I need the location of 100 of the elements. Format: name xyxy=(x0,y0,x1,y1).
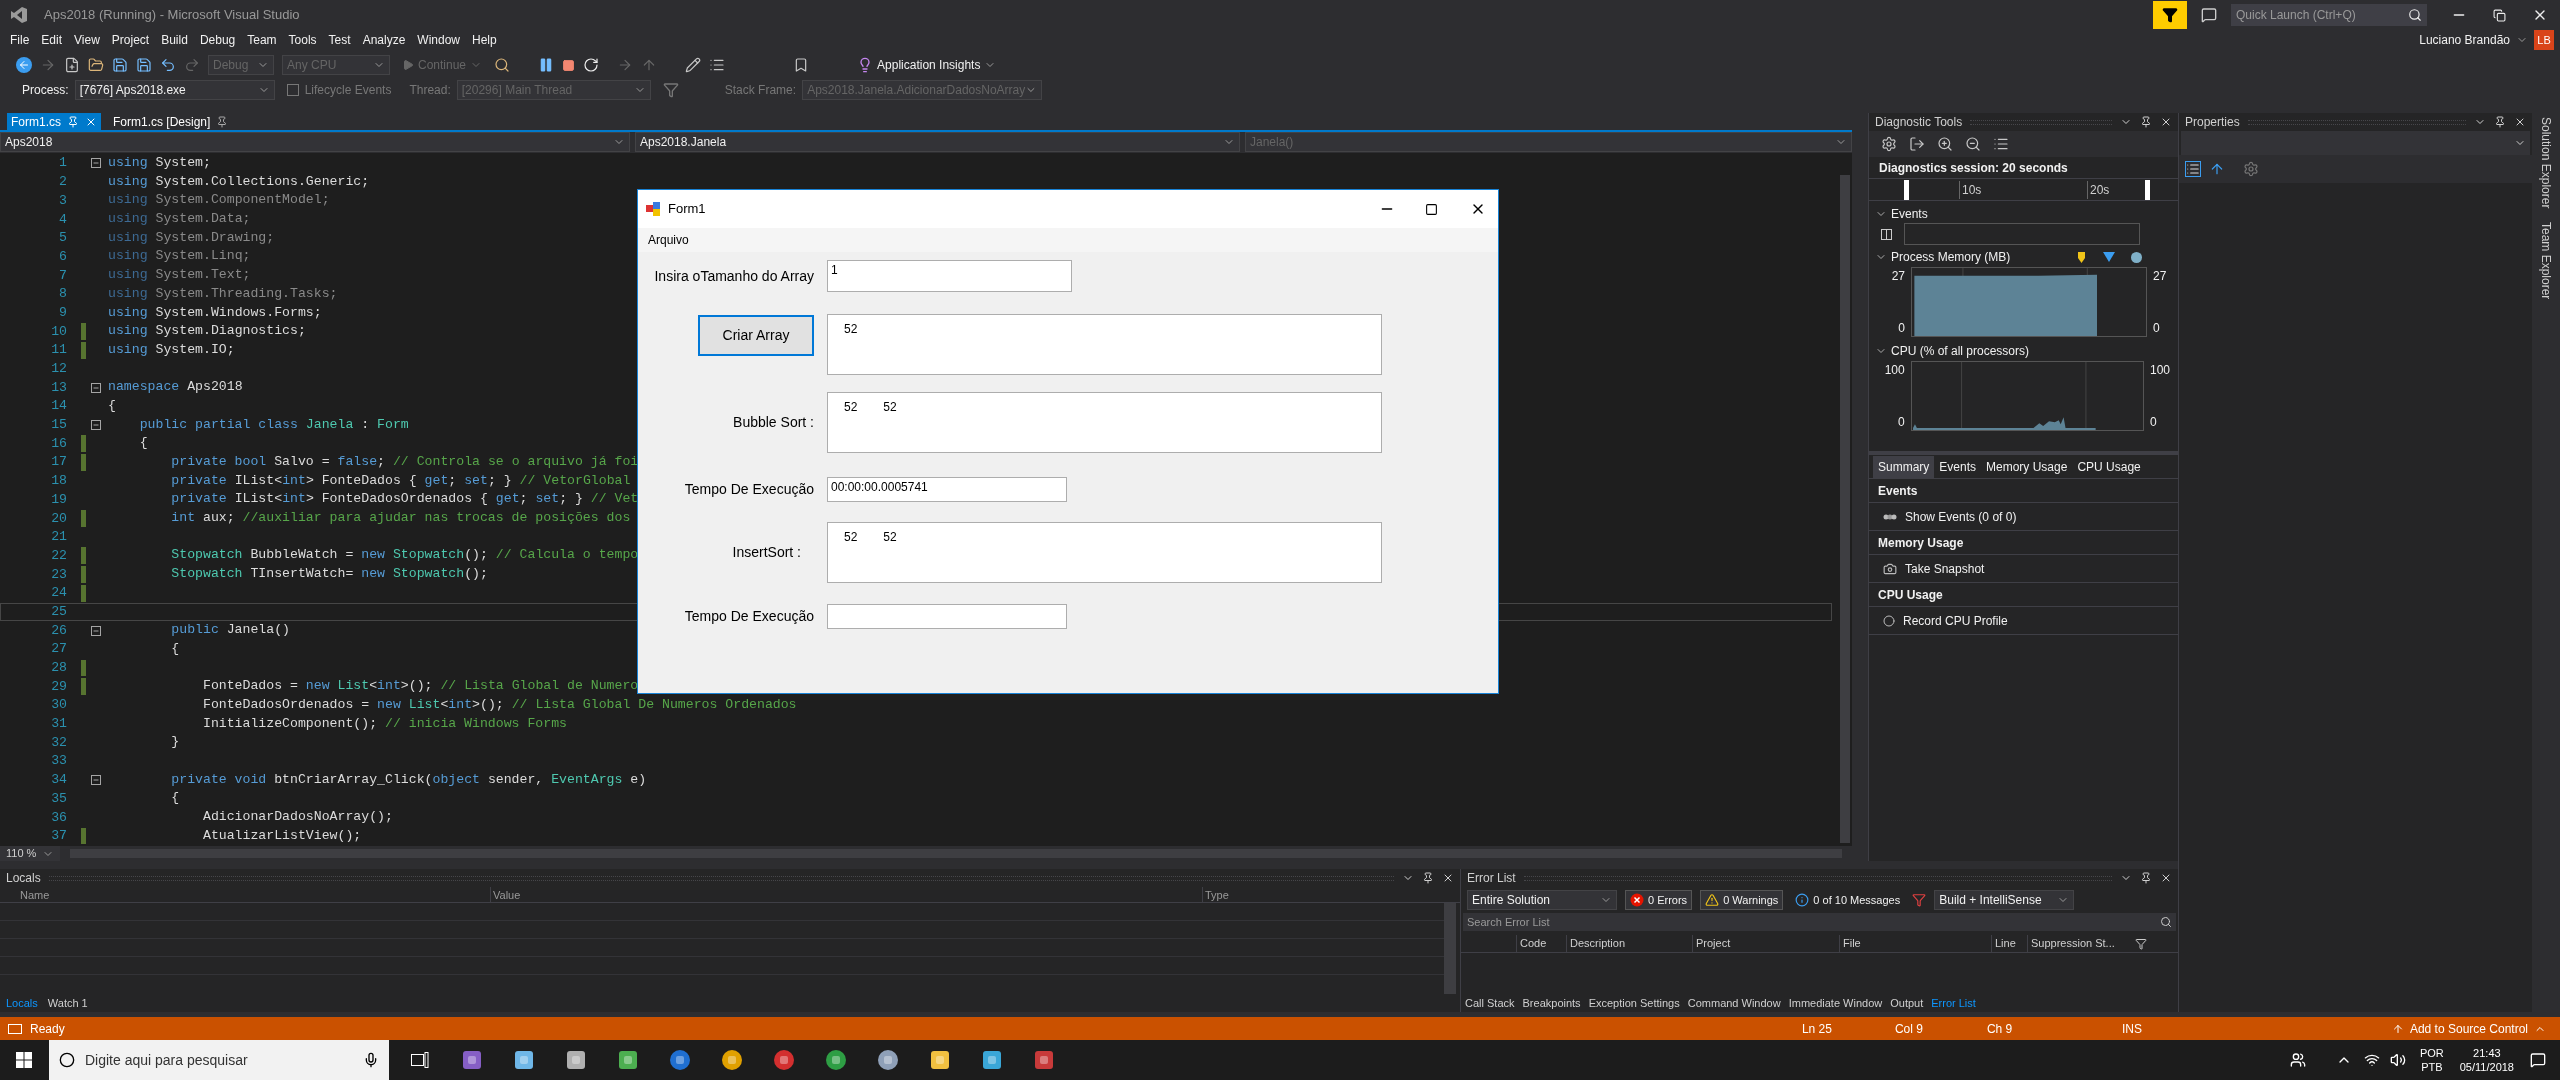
line-number: 10 xyxy=(50,322,67,341)
clock-time[interactable]: 21:43 xyxy=(2473,1046,2501,1060)
list-item[interactable]: 52 xyxy=(844,528,858,546)
code-line: { xyxy=(170,639,180,658)
class-dropdown[interactable]: Aps2018.Janela xyxy=(635,132,1240,152)
menu-item[interactable]: Analyze xyxy=(356,31,412,49)
source-dropdown[interactable]: Build + IntelliSense xyxy=(1934,890,2075,910)
section-label[interactable]: Events xyxy=(1891,205,1928,223)
user-avatar[interactable]: LB xyxy=(2534,30,2554,50)
action-link[interactable]: Record CPU Profile xyxy=(1903,611,2008,630)
menu-item[interactable]: Help xyxy=(466,31,503,49)
menu-item[interactable]: Debug xyxy=(193,31,242,49)
line-number: 2 xyxy=(58,173,67,192)
column-header[interactable]: File xyxy=(1839,935,1991,952)
menu-item[interactable]: Edit xyxy=(35,31,69,49)
errors-toggle[interactable]: 0 Errors xyxy=(1625,890,1693,910)
language-indicator[interactable]: POR xyxy=(2419,1046,2444,1060)
tab[interactable]: Watch 1 xyxy=(47,994,88,1012)
tab[interactable]: Events xyxy=(1934,455,1982,478)
menu-item[interactable]: Team xyxy=(241,31,283,49)
code-line: using System.IO; xyxy=(108,340,235,359)
document-tab[interactable]: Form1.cs [Design] xyxy=(109,113,233,130)
time-field[interactable]: 00:00:00.0005741 xyxy=(827,477,1067,502)
section-label[interactable]: Process Memory (MB) xyxy=(1891,248,2011,266)
tab[interactable]: Output xyxy=(1890,994,1924,1012)
line-number: 30 xyxy=(50,696,67,715)
action-link[interactable]: Take Snapshot xyxy=(1905,559,1985,578)
side-tab[interactable]: Solution Explorer xyxy=(2537,117,2555,209)
tab[interactable]: Breakpoints xyxy=(1522,994,1581,1012)
application-insights-button[interactable]: Application Insights xyxy=(857,56,997,74)
line-number: 14 xyxy=(50,397,67,416)
menu-item[interactable]: File xyxy=(4,31,36,49)
line-number: 12 xyxy=(50,360,67,378)
line-number: 1 xyxy=(58,154,67,173)
list-item[interactable]: 52 xyxy=(883,398,897,416)
menu-item[interactable]: View xyxy=(68,31,106,49)
create-array-button[interactable]: Criar Array xyxy=(698,315,814,356)
menu-item[interactable]: Window xyxy=(411,31,466,49)
session-label: Diagnostics session: 20 seconds xyxy=(1879,159,2068,177)
axis-label: 0 xyxy=(2153,320,2161,337)
messages-toggle[interactable]: 0 of 10 Messages xyxy=(1791,890,1905,910)
code-line: { xyxy=(138,434,148,453)
clock-date[interactable]: 05/11/2018 xyxy=(2459,1060,2514,1074)
column-header[interactable]: Value xyxy=(490,887,1202,902)
tab[interactable]: Locals xyxy=(6,994,38,1012)
list-item[interactable]: 52 xyxy=(883,528,897,546)
field-label: Tempo De Execução xyxy=(683,480,814,499)
line-number: 25 xyxy=(50,602,67,621)
tab[interactable]: Exception Settings xyxy=(1588,994,1680,1012)
quick-launch-field[interactable]: Quick Launch (Ctrl+Q) xyxy=(2231,4,2427,26)
size-field[interactable]: 1 xyxy=(827,260,1072,292)
list-box[interactable]: 52 52 xyxy=(827,522,1382,583)
list-box[interactable]: 52 52 xyxy=(827,392,1382,453)
source-control-button[interactable]: Add to Source Control xyxy=(2391,1019,2546,1038)
menu-item[interactable]: Test xyxy=(322,31,357,49)
list-box[interactable]: 52 xyxy=(827,314,1382,375)
tab[interactable]: Command Window xyxy=(1687,994,1781,1012)
column-header[interactable]: Code xyxy=(1516,935,1566,952)
menu-item[interactable]: Arquivo xyxy=(648,231,689,249)
tab[interactable]: Immediate Window xyxy=(1788,994,1883,1012)
project-dropdown[interactable]: Aps2018 xyxy=(0,132,630,152)
tab[interactable]: Memory Usage xyxy=(1981,455,2073,478)
section-label[interactable]: CPU (% of all processors) xyxy=(1891,342,2030,360)
warnings-toggle[interactable]: 0 Warnings xyxy=(1700,890,1784,910)
taskbar-search-field[interactable]: Digite aqui para pesquisar xyxy=(49,1040,389,1080)
tab[interactable]: Call Stack xyxy=(1465,994,1515,1012)
zoom-combo[interactable]: 110 % xyxy=(0,846,61,861)
line-indicator: Ln 25 xyxy=(1801,1020,1833,1038)
axis-label: 27 xyxy=(2153,268,2167,285)
scope-dropdown[interactable]: Entire Solution xyxy=(1467,890,1617,910)
column-header[interactable]: Line xyxy=(1991,935,2027,952)
menu-item[interactable]: Build xyxy=(155,31,194,49)
section-heading: Events xyxy=(1878,482,1918,500)
column-header[interactable]: Description xyxy=(1566,935,1692,952)
code-line: using System.Text; xyxy=(108,266,251,285)
column-header[interactable]: Project xyxy=(1692,935,1839,952)
timeline-ruler[interactable]: 10s 20s xyxy=(1869,179,2178,201)
process-dropdown[interactable]: [7676] Aps2018.exe xyxy=(74,80,275,100)
side-tab[interactable]: Team Explorer xyxy=(2537,222,2555,300)
menu-item[interactable]: Tools xyxy=(282,31,323,49)
code-line: public partial class Janela : Form xyxy=(138,415,409,434)
user-name[interactable]: Luciano Brandão xyxy=(2419,31,2510,49)
keyboard-indicator[interactable]: PTB xyxy=(2421,1060,2443,1074)
list-item[interactable]: 52 xyxy=(844,398,858,416)
column-header[interactable]: Name xyxy=(0,887,490,902)
action-link[interactable]: Show Events (0 of 0) xyxy=(1905,507,2017,526)
line-number: 36 xyxy=(50,808,67,827)
document-tab[interactable]: Form1.cs xyxy=(7,113,101,130)
tab[interactable]: Summary xyxy=(1873,455,1935,478)
tab[interactable]: Error List xyxy=(1931,994,1976,1012)
code-line: private void btnCriarArray_Click(object sender, EventArgs e) xyxy=(170,770,647,789)
list-item[interactable]: 52 xyxy=(844,320,858,338)
field-label: Insira oTamanho do Array xyxy=(653,266,814,286)
menu-item[interactable]: Project xyxy=(105,31,156,49)
column-header[interactable]: Suppression St... xyxy=(2027,935,2131,952)
code-line: using System.Diagnostics; xyxy=(108,322,306,341)
code-line: int aux; //auxiliar para ajudar nas trocas de posições dos xyxy=(170,509,631,528)
char-indicator: Ch 9 xyxy=(1986,1020,2014,1038)
tab[interactable]: CPU Usage xyxy=(2072,455,2146,478)
search-field[interactable]: Search Error List xyxy=(1463,913,2176,931)
